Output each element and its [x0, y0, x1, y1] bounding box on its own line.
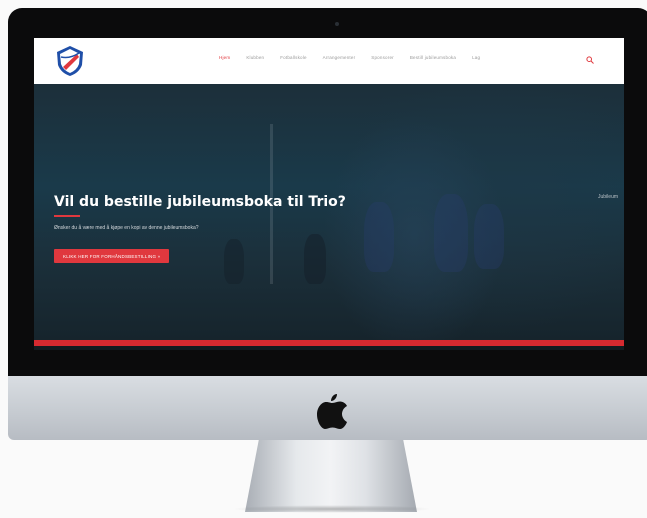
nav-item-events[interactable]: Arrangementer	[323, 55, 356, 60]
nav-item-sponsors[interactable]: Sponsorer	[371, 55, 394, 60]
background-player	[224, 239, 244, 284]
stand-shadow	[232, 505, 432, 513]
club-crest-logo[interactable]	[55, 45, 85, 77]
background-player	[304, 234, 326, 284]
hero-banner: Vil du bestille jubileumsboka til Trio? …	[34, 84, 624, 340]
nav-item-home[interactable]: Hjem	[219, 55, 230, 60]
imac-stand	[245, 440, 417, 512]
side-note: Jubileum	[598, 194, 619, 200]
preorder-button[interactable]: KLIKK HER FOR FORHÅNDSBESTILLING »	[54, 249, 170, 263]
camera-dot	[335, 22, 339, 26]
apple-logo-icon	[317, 394, 347, 429]
background-player	[364, 202, 394, 272]
footer-strip	[34, 346, 624, 350]
nav-item-club[interactable]: Klubben	[246, 55, 264, 60]
hero-title: Vil du bestille jubileumsboka til Trio?	[54, 194, 346, 210]
nav-item-teams[interactable]: Lag	[472, 55, 480, 60]
nav-item-order-book[interactable]: Bestill jubileumsboka	[410, 55, 456, 60]
site-header: Hjem Klubben Fotballskole Arrangementer …	[34, 38, 624, 84]
background-player	[474, 204, 504, 269]
title-underline	[54, 215, 80, 217]
hero-subtitle: Ønsker du å være med å kjøpe en kopi av …	[54, 225, 199, 231]
nav-item-football-school[interactable]: Fotballskole	[280, 55, 306, 60]
main-nav: Hjem Klubben Fotballskole Arrangementer …	[219, 55, 480, 60]
search-icon[interactable]	[586, 56, 594, 64]
website-screen: Hjem Klubben Fotballskole Arrangementer …	[34, 38, 624, 350]
background-player	[434, 194, 468, 272]
